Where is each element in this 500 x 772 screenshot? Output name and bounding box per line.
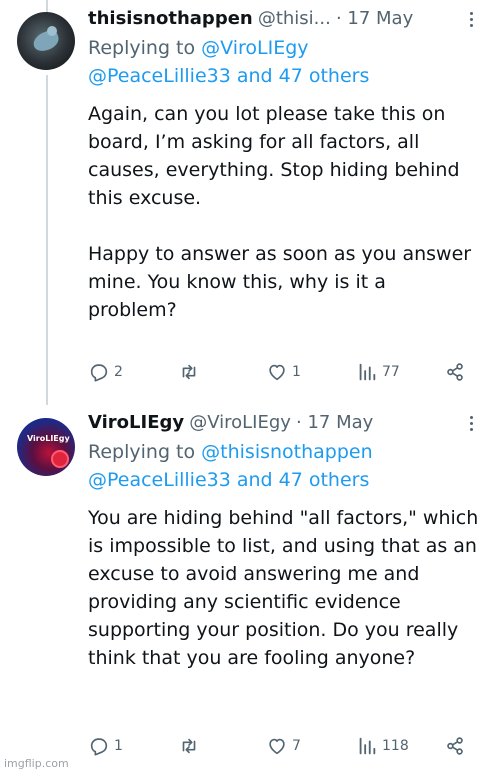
reply-icon: [90, 738, 108, 756]
tweet-paragraph: You are hiding behind "all factors," whi…: [88, 507, 479, 669]
mention-link[interactable]: @ViroLIEgy: [201, 37, 308, 59]
views-count: 77: [382, 364, 400, 380]
replying-prefix: Replying to: [88, 37, 202, 59]
tweet-content: ViroLIEgy @ViroLIEgy · 17 May Replying t…: [88, 412, 480, 672]
like-button[interactable]: 7: [266, 734, 301, 758]
share-icon: [447, 737, 463, 755]
retweet-icon: [182, 364, 196, 380]
replying-to: Replying to @ViroLIEgy: [88, 34, 480, 62]
avatar[interactable]: [17, 12, 75, 70]
retweet-button[interactable]: [178, 360, 204, 384]
tweet-paragraph: Happy to answer as soon as you answer mi…: [88, 243, 472, 321]
reply-button[interactable]: 2: [88, 360, 123, 384]
like-icon: [269, 738, 285, 755]
avatar-logo-text: ViroLIEgy: [27, 434, 70, 443]
more-icon[interactable]: [470, 12, 474, 30]
tweet-text: Again, can you lot please take this on b…: [88, 100, 480, 324]
views-button[interactable]: 118: [356, 734, 409, 758]
tweet-header: thisisnothappen @thisi... · 17 May: [88, 8, 480, 34]
reply-count: 1: [114, 738, 123, 754]
retweet-icon: [182, 738, 196, 754]
tweet-actions: 2 1 77: [88, 360, 478, 384]
avatar[interactable]: ViroLIEgy: [17, 418, 75, 476]
user-handle[interactable]: @ViroLIEgy: [189, 412, 291, 433]
user-handle[interactable]: @thisi...: [258, 8, 331, 29]
views-count: 118: [382, 738, 409, 754]
like-button[interactable]: 1: [266, 360, 301, 384]
mention-link[interactable]: @thisisnothappen: [201, 441, 373, 463]
like-count: 1: [292, 364, 301, 380]
tweet-content: thisisnothappen @thisi... · 17 May Reply…: [88, 8, 480, 324]
replying-to: Replying to @thisisnothappen: [88, 438, 480, 466]
tweet-header: ViroLIEgy @ViroLIEgy · 17 May: [88, 412, 480, 438]
like-icon: [269, 364, 285, 381]
display-name[interactable]: ViroLIEgy: [88, 412, 184, 433]
bird-head-icon: [47, 26, 57, 36]
display-name[interactable]: thisisnothappen: [88, 8, 253, 29]
tweet-actions: 1 7 118: [88, 734, 478, 758]
views-icon: [359, 363, 376, 381]
like-count: 7: [292, 738, 301, 754]
mention-others-link[interactable]: @PeaceLillie33 and 47 others: [88, 62, 480, 90]
views-icon: [359, 737, 376, 755]
share-icon: [447, 363, 463, 381]
reply-icon: [90, 364, 108, 382]
tweet[interactable]: thisisnothappen @thisi... · 17 May Reply…: [0, 0, 500, 400]
reply-button[interactable]: 1: [88, 734, 123, 758]
replying-prefix: Replying to: [88, 441, 202, 463]
mention-others-link[interactable]: @PeaceLillie33 and 47 others: [88, 466, 480, 494]
timestamp[interactable]: · 17 May: [296, 412, 373, 433]
tweet-paragraph: Again, can you lot please take this on b…: [88, 103, 460, 209]
retweet-button[interactable]: [178, 734, 204, 758]
watermark: imgflip.com: [4, 757, 69, 770]
share-button[interactable]: [444, 734, 466, 758]
tweet-text: You are hiding behind "all factors," whi…: [88, 504, 480, 672]
more-icon[interactable]: [470, 416, 474, 434]
tweet[interactable]: ViroLIEgy ViroLIEgy @ViroLIEgy · 17 May …: [0, 400, 500, 772]
reply-count: 2: [114, 364, 123, 380]
views-button[interactable]: 77: [356, 360, 400, 384]
share-button[interactable]: [444, 360, 466, 384]
timestamp[interactable]: · 17 May: [336, 8, 413, 29]
virus-icon: [51, 450, 69, 468]
